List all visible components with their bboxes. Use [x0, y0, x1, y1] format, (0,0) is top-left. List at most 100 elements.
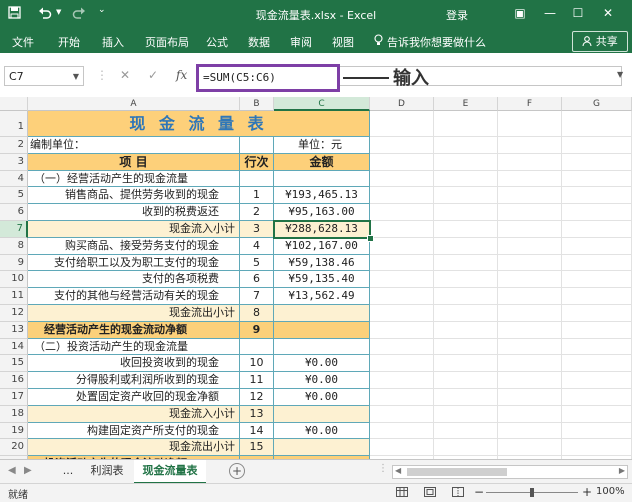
cell-a12[interactable]: 现金流出小计 — [28, 305, 240, 322]
cell-f2[interactable] — [498, 137, 562, 154]
cell-b20[interactable]: 15 — [240, 439, 274, 457]
cell-e4[interactable] — [434, 170, 498, 188]
cell-f6[interactable] — [498, 204, 562, 221]
cell-e14[interactable] — [434, 338, 498, 356]
cell-e13[interactable] — [434, 321, 498, 339]
sheet-tab-profit[interactable]: 利润表 — [84, 460, 130, 482]
row-header-5[interactable]: 5 — [0, 187, 28, 205]
cell-e1[interactable] — [434, 111, 498, 137]
cell-c4[interactable] — [274, 170, 370, 188]
cell-c6[interactable]: ¥95,163.00 — [274, 204, 370, 221]
cell-c17[interactable]: ¥0.00 — [274, 389, 370, 406]
cell-e17[interactable] — [434, 389, 498, 406]
row-header-1[interactable]: 1 — [0, 111, 28, 137]
cell-f13[interactable] — [498, 321, 562, 339]
cell-d18[interactable] — [370, 405, 434, 423]
cell-b11[interactable]: 7 — [240, 288, 274, 305]
cell-e10[interactable] — [434, 271, 498, 289]
cell-d7[interactable] — [370, 221, 434, 238]
name-box[interactable]: C7 ▼ — [4, 66, 84, 86]
cell-f8[interactable] — [498, 237, 562, 255]
cell-c3[interactable]: 金额 — [274, 153, 370, 171]
zoom-slider-thumb[interactable] — [530, 488, 534, 497]
cell-f10[interactable] — [498, 271, 562, 289]
cell-a7[interactable]: 现金流入小计 — [28, 221, 240, 238]
cell-a3[interactable]: 项 目 — [28, 153, 240, 171]
cell-f1[interactable] — [498, 111, 562, 137]
fx-icon[interactable]: fx — [176, 68, 187, 82]
cell-b10[interactable]: 6 — [240, 271, 274, 289]
scroll-right-icon[interactable]: ▶ — [619, 466, 625, 475]
tab-insert[interactable]: 插入 — [102, 34, 124, 50]
column-header-c[interactable]: C — [274, 97, 370, 111]
cell-b17[interactable]: 12 — [240, 389, 274, 406]
row-header-17[interactable]: 17 — [0, 389, 28, 406]
cell-b7[interactable]: 3 — [240, 221, 274, 238]
cell-e9[interactable] — [434, 254, 498, 272]
cell-e8[interactable] — [434, 237, 498, 255]
cell-a20[interactable]: 现金流出小计 — [28, 439, 240, 457]
cell-f11[interactable] — [498, 288, 562, 305]
row-header-15[interactable]: 15 — [0, 355, 28, 373]
cell-c15[interactable]: ¥0.00 — [274, 355, 370, 373]
expand-formula-bar-icon[interactable]: ▼ — [617, 70, 623, 79]
cell-f15[interactable] — [498, 355, 562, 373]
cell-a16[interactable]: 分得股利或利润所收到的现金 — [28, 372, 240, 389]
cell-b16[interactable]: 11 — [240, 372, 274, 389]
cell-d15[interactable] — [370, 355, 434, 373]
column-header-g[interactable]: G — [562, 97, 632, 111]
cell-g15[interactable] — [562, 355, 632, 373]
zoom-out-button[interactable]: − — [474, 485, 484, 499]
tab-page-layout[interactable]: 页面布局 — [145, 34, 189, 50]
row-header-2[interactable]: 2 — [0, 137, 28, 154]
cell-c20[interactable] — [274, 439, 370, 457]
cell-d4[interactable] — [370, 170, 434, 188]
tab-review[interactable]: 审阅 — [290, 34, 312, 50]
prev-sheet-icon[interactable]: ◀ — [8, 465, 16, 476]
cell-a5[interactable]: 销售商品、提供劳务收到的现金 — [28, 187, 240, 205]
cell-c13[interactable] — [274, 321, 370, 339]
cell-b2[interactable] — [240, 137, 274, 154]
cell-g3[interactable] — [562, 153, 632, 171]
cell-c19[interactable]: ¥0.00 — [274, 422, 370, 440]
cell-d17[interactable] — [370, 389, 434, 406]
cell-a18[interactable]: 现金流入小计 — [28, 405, 240, 423]
cell-e7[interactable] — [434, 221, 498, 238]
cell-a15[interactable]: 收回投资收到的现金 — [28, 355, 240, 373]
cell-c12[interactable] — [274, 305, 370, 322]
cell-d10[interactable] — [370, 271, 434, 289]
cell-b13[interactable]: 9 — [240, 321, 274, 339]
cell-e6[interactable] — [434, 204, 498, 221]
restore-icon[interactable]: ☐ — [565, 3, 591, 23]
cell-e18[interactable] — [434, 405, 498, 423]
cell-f14[interactable] — [498, 338, 562, 356]
worksheet-grid[interactable]: ABCDEFG 1现 金 流 量 表 2 编制单位： 单位：元 3 项 目行次 金额 4 （一）… — [0, 97, 632, 459]
cell-a11[interactable]: 支付的其他与经营活动有关的现金 — [28, 288, 240, 305]
row-header-3[interactable]: 3 — [0, 153, 28, 171]
cell-b6[interactable]: 2 — [240, 204, 274, 221]
cell-b12[interactable]: 8 — [240, 305, 274, 322]
column-header-d[interactable]: D — [370, 97, 434, 111]
cell-f19[interactable] — [498, 422, 562, 440]
cell-d13[interactable] — [370, 321, 434, 339]
login-link[interactable]: 登录 — [446, 7, 468, 23]
row-header-9[interactable]: 9 — [0, 254, 28, 272]
cell-g19[interactable] — [562, 422, 632, 440]
scrollbar-thumb[interactable] — [407, 468, 507, 476]
cell-e11[interactable] — [434, 288, 498, 305]
page-break-view-icon[interactable] — [452, 487, 464, 500]
row-header-16[interactable]: 16 — [0, 372, 28, 389]
cell-b4[interactable] — [240, 170, 274, 188]
cell-c10[interactable]: ¥59,135.40 — [274, 271, 370, 289]
share-button[interactable]: 共享 — [572, 31, 628, 52]
cell-g17[interactable] — [562, 389, 632, 406]
cell-d6[interactable] — [370, 204, 434, 221]
cell-c9[interactable]: ¥59,138.46 — [274, 254, 370, 272]
scroll-options-icon[interactable]: ⋮ — [378, 463, 388, 474]
cell-a14[interactable]: （二）投资活动产生的现金流量 — [28, 338, 240, 356]
column-header-a[interactable]: A — [28, 97, 240, 111]
cell-d16[interactable] — [370, 372, 434, 389]
cell-a19[interactable]: 构建固定资产所支付的现金 — [28, 422, 240, 440]
cell-e19[interactable] — [434, 422, 498, 440]
tell-me-box[interactable]: 告诉我你想要做什么 — [387, 34, 486, 50]
